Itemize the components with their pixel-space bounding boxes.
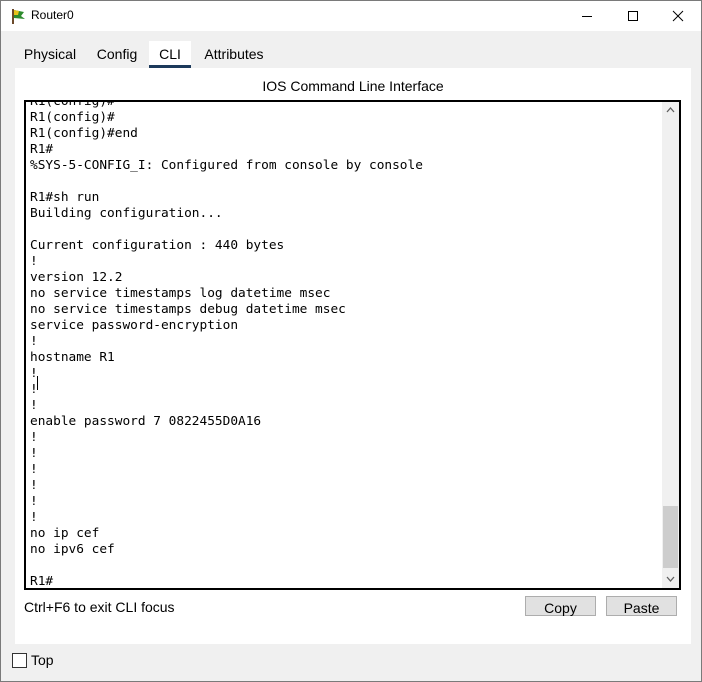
copy-button[interactable]: Copy	[525, 596, 596, 616]
scroll-up-button[interactable]	[662, 102, 679, 119]
paste-button[interactable]: Paste	[606, 596, 677, 616]
panel-title: IOS Command Line Interface	[262, 78, 444, 94]
maximize-icon	[628, 11, 638, 21]
maximize-button[interactable]	[610, 1, 656, 31]
chevron-down-icon	[666, 576, 675, 582]
tab-attributes[interactable]: Attributes	[196, 41, 272, 68]
title-bar[interactable]: Router0	[1, 1, 701, 31]
close-icon	[672, 10, 684, 22]
tab-cli[interactable]: CLI	[149, 41, 191, 68]
tab-config[interactable]: Config	[90, 41, 144, 68]
tab-physical[interactable]: Physical	[15, 41, 85, 68]
top-checkbox-label[interactable]: Top	[31, 652, 54, 668]
router-window: Router0 Physical Config CLI Attributes I…	[0, 0, 702, 682]
minimize-icon	[582, 16, 592, 17]
cli-focus-hint: Ctrl+F6 to exit CLI focus	[24, 599, 175, 615]
minimize-button[interactable]	[564, 1, 610, 31]
cli-terminal[interactable]: R1(config)# R1(config)# R1(config)#end R…	[24, 100, 681, 590]
text-cursor	[37, 376, 38, 390]
terminal-output[interactable]: R1(config)# R1(config)# R1(config)#end R…	[30, 102, 660, 588]
vertical-scrollbar[interactable]	[662, 102, 679, 588]
window-title: Router0	[31, 8, 74, 22]
scroll-thumb[interactable]	[663, 506, 678, 568]
chevron-up-icon	[666, 107, 675, 113]
close-button[interactable]	[655, 1, 701, 31]
tab-cli-label: CLI	[159, 46, 181, 62]
top-checkbox[interactable]	[12, 653, 27, 668]
scroll-down-button[interactable]	[662, 571, 679, 588]
router-app-icon	[9, 7, 27, 25]
cli-panel: IOS Command Line Interface R1(config)# R…	[15, 68, 691, 644]
